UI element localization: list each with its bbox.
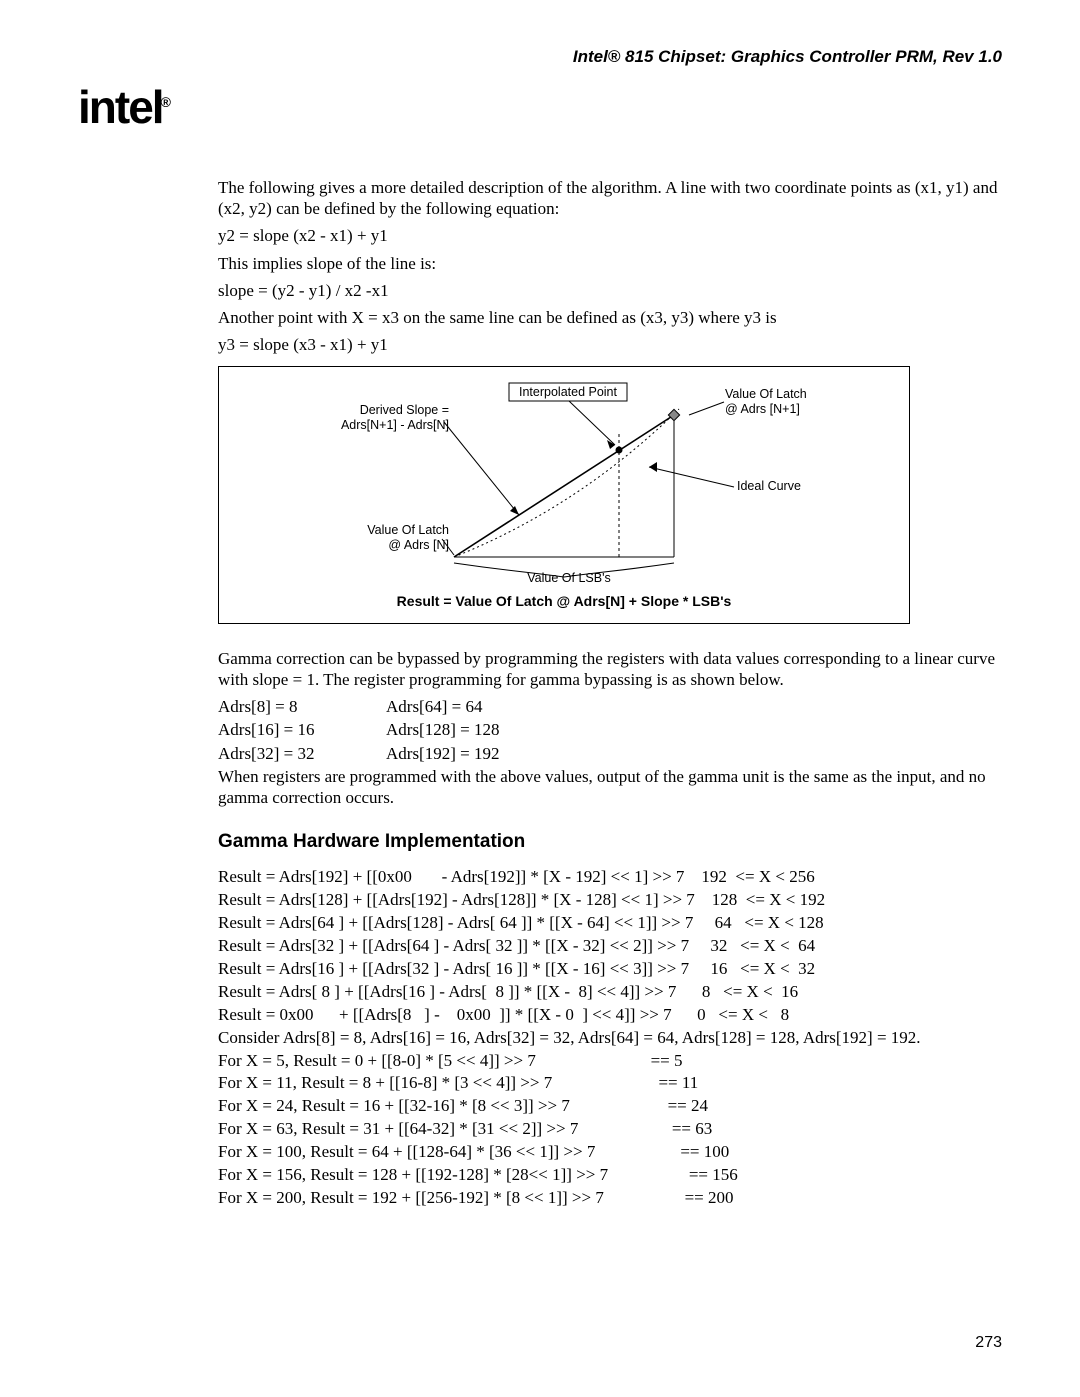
adrs-note: When registers are programmed with the a…	[218, 766, 1002, 809]
label-value-np1: Value Of Latch @ Adrs [N+1]	[725, 387, 835, 417]
adrs-row-1: Adrs[8] = 8Adrs[64] = 64	[218, 696, 1002, 717]
equation-y3: y3 = slope (x3 - x1) + y1	[218, 334, 1002, 355]
section-heading-gamma: Gamma Hardware Implementation	[218, 830, 1002, 854]
page-number: 273	[975, 1333, 1002, 1353]
adrs-row-3: Adrs[32] = 32Adrs[192] = 192	[218, 743, 1002, 764]
page-header: Intel® 815 Chipset: Graphics Controller …	[78, 46, 1002, 67]
worked-examples: Consider Adrs[8] = 8, Adrs[16] = 16, Adr…	[218, 1027, 1002, 1211]
label-ideal-curve: Ideal Curve	[737, 479, 827, 494]
equation-y2: y2 = slope (x2 - x1) + y1	[218, 225, 1002, 246]
equation-slope: slope = (y2 - y1) / x2 -x1	[218, 280, 1002, 301]
label-derived-slope: Derived Slope = Adrs[N+1] - Adrs[N]	[319, 403, 449, 433]
intro-para-1: The following gives a more detailed desc…	[218, 177, 1002, 220]
post-figure-para: Gamma correction can be bypassed by prog…	[218, 648, 1002, 691]
figure-caption: Result = Value Of Latch @ Adrs[N] + Slop…	[219, 593, 909, 611]
intel-logo: intel®	[78, 79, 1002, 137]
intro-para-3: Another point with X = x3 on the same li…	[218, 307, 1002, 328]
result-formulas: Result = Adrs[192] + [[0x00 - Adrs[192]]…	[218, 866, 1002, 1027]
label-lsb: Value Of LSB's	[519, 571, 619, 586]
intro-para-2: This implies slope of the line is:	[218, 253, 1002, 274]
label-interpolated-point: Interpolated Point	[511, 385, 625, 400]
adrs-row-2: Adrs[16] = 16Adrs[128] = 128	[218, 719, 1002, 740]
interpolation-figure: Derived Slope = Adrs[N+1] - Adrs[N] Inte…	[218, 366, 910, 624]
label-value-n: Value Of Latch @ Adrs [N]	[339, 523, 449, 553]
